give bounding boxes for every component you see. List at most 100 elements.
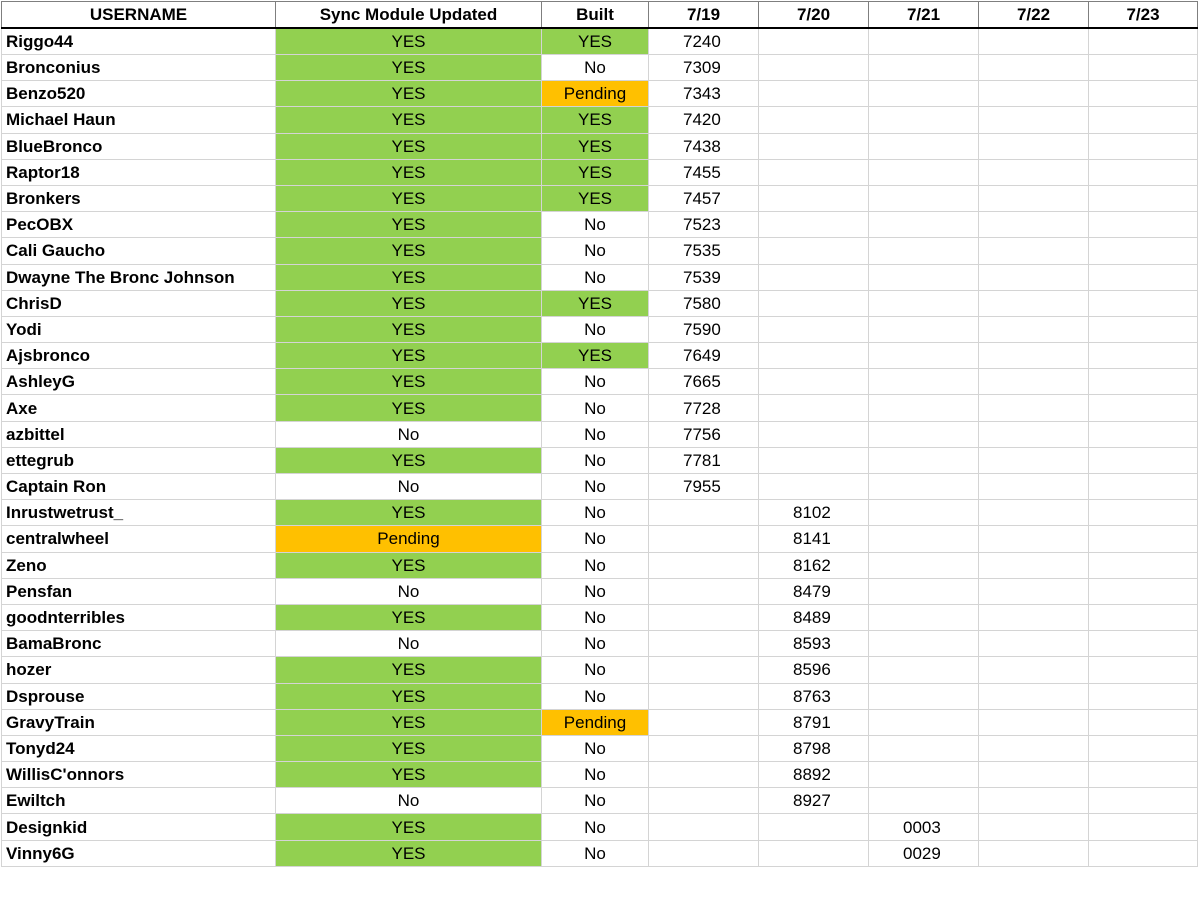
- date-7-21-cell[interactable]: [868, 80, 979, 108]
- date-7-22-cell[interactable]: [978, 472, 1089, 501]
- date-7-21-cell[interactable]: [868, 734, 979, 763]
- header-built[interactable]: Built: [541, 1, 649, 29]
- built-status-cell[interactable]: No: [541, 839, 649, 867]
- date-7-22-cell[interactable]: [978, 446, 1089, 475]
- date-7-19-cell[interactable]: 7455: [648, 158, 759, 186]
- date-7-21-cell[interactable]: [868, 132, 979, 160]
- date-7-19-cell[interactable]: 7523: [648, 211, 759, 239]
- date-7-22-cell[interactable]: [978, 132, 1089, 160]
- username-cell[interactable]: Ajsbronco: [1, 342, 276, 370]
- username-cell[interactable]: Raptor18: [1, 158, 276, 186]
- date-7-21-cell[interactable]: [868, 342, 979, 370]
- date-7-19-cell[interactable]: 7240: [648, 27, 759, 55]
- date-7-20-cell[interactable]: 8798: [758, 734, 869, 763]
- date-7-19-cell[interactable]: 7781: [648, 446, 759, 475]
- username-cell[interactable]: centralwheel: [1, 525, 276, 553]
- username-cell[interactable]: ChrisD: [1, 289, 276, 317]
- date-7-20-cell[interactable]: [758, 132, 869, 160]
- date-7-23-cell[interactable]: [1088, 577, 1198, 605]
- built-status-cell[interactable]: No: [541, 603, 649, 632]
- date-7-20-cell[interactable]: 8791: [758, 708, 869, 736]
- built-status-cell[interactable]: No: [541, 813, 649, 841]
- date-7-23-cell[interactable]: [1088, 839, 1198, 867]
- sync-status-cell[interactable]: YES: [275, 80, 542, 108]
- date-7-20-cell[interactable]: [758, 289, 869, 317]
- date-7-23-cell[interactable]: [1088, 499, 1198, 527]
- username-cell[interactable]: Tonyd24: [1, 734, 276, 763]
- date-7-19-cell[interactable]: 7420: [648, 106, 759, 134]
- date-7-22-cell[interactable]: [978, 813, 1089, 841]
- sync-status-cell[interactable]: YES: [275, 184, 542, 213]
- built-status-cell[interactable]: No: [541, 656, 649, 684]
- date-7-19-cell[interactable]: [648, 656, 759, 684]
- date-7-20-cell[interactable]: [758, 106, 869, 134]
- sync-status-cell[interactable]: YES: [275, 263, 542, 291]
- date-7-19-cell[interactable]: 7590: [648, 315, 759, 344]
- username-cell[interactable]: Pensfan: [1, 577, 276, 605]
- header-date-7-21[interactable]: 7/21: [868, 1, 979, 29]
- built-status-cell[interactable]: No: [541, 472, 649, 501]
- date-7-22-cell[interactable]: [978, 342, 1089, 370]
- date-7-20-cell[interactable]: [758, 263, 869, 291]
- date-7-21-cell[interactable]: [868, 420, 979, 448]
- date-7-22-cell[interactable]: [978, 289, 1089, 317]
- sync-status-cell[interactable]: YES: [275, 368, 542, 396]
- date-7-22-cell[interactable]: [978, 499, 1089, 527]
- built-status-cell[interactable]: YES: [541, 132, 649, 160]
- username-cell[interactable]: hozer: [1, 656, 276, 684]
- date-7-20-cell[interactable]: 8763: [758, 682, 869, 710]
- date-7-21-cell[interactable]: [868, 158, 979, 186]
- sync-status-cell[interactable]: YES: [275, 394, 542, 422]
- built-status-cell[interactable]: No: [541, 53, 649, 82]
- sync-status-cell[interactable]: YES: [275, 237, 542, 265]
- username-cell[interactable]: Yodi: [1, 315, 276, 344]
- built-status-cell[interactable]: No: [541, 551, 649, 579]
- header-date-7-19[interactable]: 7/19: [648, 1, 759, 29]
- date-7-23-cell[interactable]: [1088, 342, 1198, 370]
- date-7-19-cell[interactable]: [648, 813, 759, 841]
- date-7-20-cell[interactable]: [758, 184, 869, 213]
- built-status-cell[interactable]: No: [541, 525, 649, 553]
- date-7-21-cell[interactable]: [868, 761, 979, 789]
- built-status-cell[interactable]: YES: [541, 158, 649, 186]
- username-cell[interactable]: BlueBronco: [1, 132, 276, 160]
- date-7-23-cell[interactable]: [1088, 106, 1198, 134]
- sync-status-cell[interactable]: YES: [275, 315, 542, 344]
- sync-status-cell[interactable]: YES: [275, 551, 542, 579]
- built-status-cell[interactable]: No: [541, 368, 649, 396]
- sync-status-cell[interactable]: YES: [275, 53, 542, 82]
- date-7-22-cell[interactable]: [978, 761, 1089, 789]
- username-cell[interactable]: goodnterribles: [1, 603, 276, 632]
- date-7-23-cell[interactable]: [1088, 787, 1198, 815]
- date-7-20-cell[interactable]: 8596: [758, 656, 869, 684]
- date-7-20-cell[interactable]: [758, 368, 869, 396]
- username-cell[interactable]: GravyTrain: [1, 708, 276, 736]
- date-7-20-cell[interactable]: 8927: [758, 787, 869, 815]
- date-7-19-cell[interactable]: 7728: [648, 394, 759, 422]
- sync-status-cell[interactable]: YES: [275, 289, 542, 317]
- date-7-19-cell[interactable]: 7457: [648, 184, 759, 213]
- built-status-cell[interactable]: No: [541, 446, 649, 475]
- built-status-cell[interactable]: YES: [541, 184, 649, 213]
- date-7-19-cell[interactable]: [648, 761, 759, 789]
- date-7-22-cell[interactable]: [978, 315, 1089, 344]
- date-7-22-cell[interactable]: [978, 80, 1089, 108]
- built-status-cell[interactable]: Pending: [541, 708, 649, 736]
- date-7-20-cell[interactable]: [758, 158, 869, 186]
- sync-status-cell[interactable]: YES: [275, 342, 542, 370]
- date-7-20-cell[interactable]: 8479: [758, 577, 869, 605]
- username-cell[interactable]: Designkid: [1, 813, 276, 841]
- date-7-19-cell[interactable]: [648, 734, 759, 763]
- date-7-21-cell[interactable]: [868, 237, 979, 265]
- date-7-22-cell[interactable]: [978, 656, 1089, 684]
- username-cell[interactable]: BamaBronc: [1, 630, 276, 658]
- username-cell[interactable]: Bronkers: [1, 184, 276, 213]
- date-7-21-cell[interactable]: [868, 315, 979, 344]
- date-7-22-cell[interactable]: [978, 577, 1089, 605]
- date-7-19-cell[interactable]: [648, 682, 759, 710]
- date-7-21-cell[interactable]: [868, 394, 979, 422]
- date-7-23-cell[interactable]: [1088, 53, 1198, 82]
- built-status-cell[interactable]: Pending: [541, 80, 649, 108]
- username-cell[interactable]: Vinny6G: [1, 839, 276, 867]
- date-7-21-cell[interactable]: [868, 551, 979, 579]
